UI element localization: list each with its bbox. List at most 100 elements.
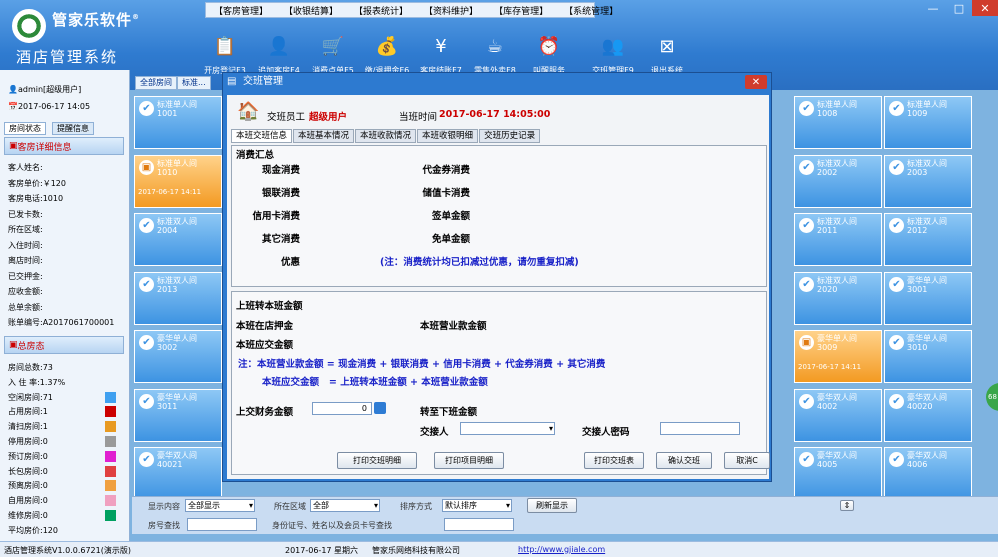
room-card[interactable]: ✔ 标准单人间 1008 xyxy=(794,96,882,149)
room-card[interactable]: ✔ 豪华双人间 4002 xyxy=(794,388,882,442)
dialog-button-2[interactable]: 打印交班表 xyxy=(584,452,644,469)
toolbar-button-4[interactable]: ¥ 客房结账F7 xyxy=(416,24,466,76)
menu-item-2[interactable]: 【报表统计】 xyxy=(346,4,416,17)
room-card[interactable]: ✔ 标准双人间 2011 xyxy=(794,213,882,266)
area-select[interactable]: 全部 xyxy=(310,499,380,512)
menu-item-1[interactable]: 【收银结算】 xyxy=(276,4,346,17)
status-color-swatch xyxy=(105,450,116,462)
toolbar-button-7[interactable]: 👥 交班管理F9 xyxy=(588,24,638,76)
dialog-button-4[interactable]: 取消C xyxy=(724,452,770,469)
tab-4[interactable]: 交班历史记录 xyxy=(479,129,541,143)
staff-label: 交班员工 xyxy=(267,112,306,123)
hand-amount-input[interactable]: 0 xyxy=(312,402,372,415)
room-card[interactable]: ✔ 豪华单人间 3002 xyxy=(134,330,222,383)
toolbar-button-0[interactable]: 📋 开房登记F3 xyxy=(200,24,250,76)
room-card[interactable]: ✔ 标准双人间 2004 xyxy=(134,213,222,266)
room-card[interactable]: ✔ 豪华双人间 4006 xyxy=(884,447,972,500)
status-field: 长包房间:0 xyxy=(8,466,48,476)
dialog-button-1[interactable]: 打印项目明细 xyxy=(434,452,504,469)
room-number: 4006 xyxy=(907,460,928,469)
room-card[interactable]: ✔ 标准单人间 1009 xyxy=(884,96,972,149)
house-status-header: ▣ 总房态 xyxy=(4,336,124,354)
scroll-toggle-button[interactable]: ⇕ xyxy=(840,500,854,511)
tab-room-status[interactable]: 房间状态 xyxy=(4,122,46,135)
detail-field: 账单编号:A2017061700001 xyxy=(8,318,115,327)
sort-select[interactable]: 默认排序 xyxy=(442,499,512,512)
calculator-icon[interactable] xyxy=(374,402,386,414)
room-number: 3002 xyxy=(157,343,178,352)
cart-icon: 🛒 xyxy=(321,35,345,57)
room-checkin-time: 2017-06-17 14:11 xyxy=(798,363,862,371)
check-icon: ✔ xyxy=(889,101,904,116)
room-card[interactable]: ✔ 豪华单人间 3010 xyxy=(884,330,972,383)
toolbar-button-8[interactable]: ⊠ 退出系统 xyxy=(642,24,692,76)
room-card[interactable]: ✔ 豪华单人间 3011 xyxy=(134,388,222,442)
room-card[interactable]: ✔ 豪华双人间 40021 xyxy=(134,447,222,500)
room-number: 1010 xyxy=(157,167,178,177)
minimize-icon[interactable]: — xyxy=(920,0,946,16)
status-color-swatch xyxy=(105,510,116,521)
room-card[interactable]: ✔ 标准双人间 2012 xyxy=(884,213,972,266)
detail-field: 入住时间: xyxy=(8,240,43,250)
menu-item-4[interactable]: 【库存管理】 xyxy=(486,4,556,17)
room-card[interactable]: ✔ 标准单人间 1001 xyxy=(134,96,222,149)
discount-note: (注：消费统计均已扣减过优惠，请勿重复扣减) xyxy=(380,257,579,268)
receiver-select[interactable] xyxy=(460,422,555,435)
close-icon[interactable]: ✕ xyxy=(745,75,767,89)
time-label: 当班时间 xyxy=(399,112,438,123)
room-card[interactable]: ✔ 豪华单人间 3001 xyxy=(884,271,972,325)
toolbar-button-2[interactable]: 🛒 消费点单F5 xyxy=(308,24,358,76)
show-select[interactable]: 全部显示 xyxy=(185,499,255,512)
room-card[interactable]: ▣ 标准单人间 1010 2017-06-17 14:11 xyxy=(134,154,222,208)
toolbar-button-5[interactable]: ☕ 零售外卖F8 xyxy=(470,24,520,76)
status-color-swatch xyxy=(105,421,116,433)
toolbar-button-1[interactable]: 👤 追加客房F4 xyxy=(254,24,304,76)
dialog-button-0[interactable]: 打印交班明细 xyxy=(337,452,417,469)
detail-field: 客房单价:￥120 xyxy=(8,178,66,188)
password-input[interactable] xyxy=(660,422,740,435)
room-search-input[interactable] xyxy=(187,518,257,531)
room-card[interactable]: ✔ 标准双人间 2003 xyxy=(884,154,972,208)
toolbar: 📋 开房登记F3 👤 追加客房F4 🛒 消费点单F5 💰 缴/退押金F6 ¥ 客房结账F7 ☕ 零售外… xyxy=(200,24,696,76)
room-card[interactable]: ✔ 豪华双人间 4005 xyxy=(794,447,882,500)
check-icon: ✔ xyxy=(799,159,814,175)
tab-3[interactable]: 本班收银明细 xyxy=(417,129,479,143)
summary-item: 储值卡消费 xyxy=(422,188,470,199)
toolbar-button-3[interactable]: 💰 缴/退押金F6 xyxy=(362,24,412,76)
dialog-title: 交班管理 xyxy=(243,76,283,87)
tab-standard-rooms[interactable]: 标准... xyxy=(177,76,211,90)
tab-1[interactable]: 本班基本情况 xyxy=(293,129,355,143)
check-icon: ✔ xyxy=(889,393,904,409)
summary-item: 现金消费 xyxy=(261,165,300,176)
maximize-icon[interactable]: □ xyxy=(946,0,972,16)
website-link[interactable]: http://www.gjiale.com xyxy=(518,545,605,554)
tab-all-rooms[interactable]: 全部房间 xyxy=(135,76,177,90)
menu-item-5[interactable]: 【系统管理】 xyxy=(556,4,626,17)
id-search-input[interactable] xyxy=(444,518,514,531)
status-color-swatch xyxy=(105,391,116,403)
status-color-swatch xyxy=(105,495,116,507)
dialog-button-3[interactable]: 确认交班 xyxy=(656,452,712,469)
refresh-button[interactable]: 刷新显示 xyxy=(527,498,577,513)
amount-panel: 上班转本班金额 本班在店押金 本班营业款金额 本班应交金额 注：本班营业款金额 … xyxy=(231,291,770,475)
menu-item-0[interactable]: 【客房管理】 xyxy=(206,4,276,17)
room-number: 2020 xyxy=(817,284,838,294)
tab-0[interactable]: 本班交班信息 xyxy=(231,129,293,143)
menu-item-3[interactable]: 【资料维护】 xyxy=(416,4,486,17)
room-card[interactable]: ▣ 豪华单人间 3009 2017-06-17 14:11 xyxy=(794,330,882,383)
toolbar-button-6[interactable]: ⏰ 叫醒服务 xyxy=(524,24,574,76)
status-bar: 酒店管理系统V1.0.0.6721(演示版) 2017-06-17 星期六 管家… xyxy=(0,541,998,557)
room-card[interactable]: ✔ 标准双人间 2013 xyxy=(134,271,222,325)
room-filter-tabs: 全部房间 标准... xyxy=(135,76,211,90)
person-icon: 👤 xyxy=(267,35,291,57)
room-card[interactable]: ✔ 豪华双人间 40020 xyxy=(884,388,972,442)
room-card[interactable]: ✔ 标准双人间 2020 xyxy=(794,271,882,325)
check-icon: ✔ xyxy=(139,218,154,233)
tab-reminders[interactable]: 提醒信息 xyxy=(52,122,94,135)
info-icon: ▣ xyxy=(9,340,18,350)
dialog-title-bar: ▤ 交班管理 xyxy=(223,73,771,91)
room-card[interactable]: ✔ 标准双人间 2002 xyxy=(794,154,882,208)
close-icon[interactable]: ✕ xyxy=(972,0,998,16)
tab-2[interactable]: 本班收款情况 xyxy=(355,129,417,143)
brand-mark: ® xyxy=(132,13,141,21)
